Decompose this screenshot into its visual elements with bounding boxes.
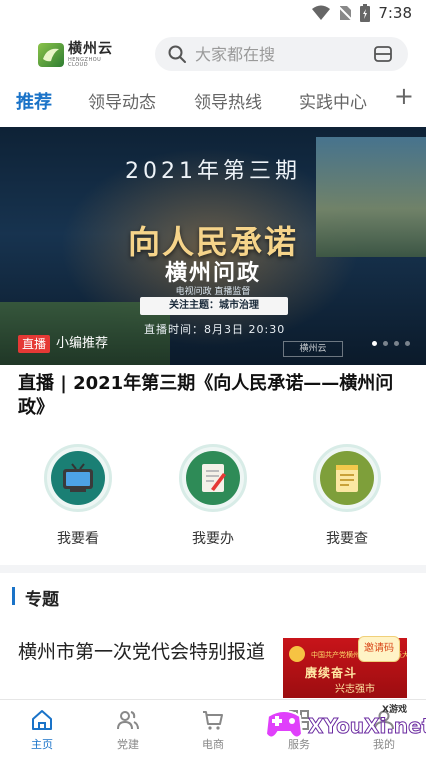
tab-recommend[interactable]: 推荐: [16, 88, 52, 114]
add-channel-button[interactable]: +: [394, 84, 414, 108]
section-divider: [0, 565, 426, 573]
logo-title: 横州云: [68, 41, 113, 57]
quick-action-label: 我要看: [57, 531, 99, 547]
quick-action-handle-ring: [179, 444, 247, 512]
topic-card-title[interactable]: 横州市第一次党代会特别报道: [18, 638, 268, 666]
quick-actions: 我要看 我要办 我要查: [0, 444, 426, 554]
quick-action-handle[interactable]: 我要办: [168, 444, 258, 548]
no-sim-icon: [338, 5, 353, 21]
quick-action-watch[interactable]: 我要看: [33, 444, 123, 548]
quick-action-label: 我要查: [326, 531, 368, 547]
featured-headline[interactable]: 直播 | 2021年第三期《向人民承诺——横州问政》: [18, 372, 398, 420]
section-accent-bar: [12, 587, 15, 605]
quick-action-label: 我要办: [192, 531, 234, 547]
tab-leader-news[interactable]: 领导动态: [88, 88, 156, 113]
banner-watermark: 横州云: [283, 341, 343, 357]
carousel-dot[interactable]: [405, 341, 410, 346]
live-badge: 直播: [18, 335, 51, 353]
section-title: 专题: [25, 590, 59, 610]
wifi-icon: [312, 5, 331, 20]
gamepad-logo-icon: [264, 710, 304, 739]
cart-icon: [203, 711, 223, 730]
banner-carousel[interactable]: 2021年第三期 向人民承诺 横州问政 电视问政 直播监督 关注主题：城市治理 …: [0, 127, 426, 365]
tv-icon: [51, 451, 105, 505]
app-header: 横州云 HENGZHOU CLOUD: [0, 32, 426, 76]
banner-issue: 2021年第三期: [125, 159, 301, 184]
nav-label: 电商: [202, 738, 224, 751]
battery-icon: [360, 4, 371, 22]
nav-label: 党建: [117, 738, 139, 751]
tab-practice-center[interactable]: 实践中心: [299, 88, 367, 113]
topic-image-slogan: 赓续奋斗: [305, 666, 358, 680]
channel-tabs: 推荐 领导动态 领导热线 实践中心 +: [0, 80, 426, 124]
status-time: 7:38: [378, 4, 412, 22]
quick-action-watch-ring: [44, 444, 112, 512]
topic-image-slogan-2: 兴志强市: [335, 684, 375, 695]
carousel-dot[interactable]: [372, 341, 377, 346]
tab-leader-hotline[interactable]: 领导热线: [194, 88, 262, 113]
carousel-indicator: [372, 341, 410, 346]
people-icon: [117, 711, 139, 730]
logo-text: 横州云 HENGZHOU CLOUD: [68, 42, 120, 68]
search-input[interactable]: [195, 44, 365, 64]
banner-caption: 小编推荐: [56, 336, 109, 351]
banner-air-time: 直播时间：8月3日 20:30: [144, 323, 286, 336]
watermark-label: X游戏: [382, 705, 407, 715]
logo-subtitle: HENGZHOU CLOUD: [68, 57, 102, 68]
invite-code-button[interactable]: 邀请码: [358, 636, 400, 662]
status-bar: 7:38: [0, 0, 426, 30]
nav-label: 主页: [31, 738, 53, 751]
party-emblem-icon: [289, 646, 305, 662]
nav-party[interactable]: 党建: [98, 708, 158, 752]
site-watermark: XYouXi.net X游戏: [258, 700, 426, 752]
home-icon: [32, 710, 52, 730]
banner-topic: 关注主题：城市治理: [140, 297, 288, 315]
watermark-brand: XYouXi.net: [307, 714, 426, 739]
banner-tagline: 电视问政 直播监督: [175, 287, 251, 297]
nav-home[interactable]: 主页: [12, 708, 72, 752]
search-bar[interactable]: [155, 37, 408, 71]
notepad-icon: [320, 451, 374, 505]
carousel-dot[interactable]: [394, 341, 399, 346]
app-logo[interactable]: 横州云 HENGZHOU CLOUD: [38, 40, 120, 70]
logo-mark-icon: [38, 43, 64, 67]
banner-subtitle: 横州问政: [164, 260, 261, 286]
search-icon: [168, 45, 186, 63]
scan-icon[interactable]: [374, 45, 392, 63]
nav-ecommerce[interactable]: 电商: [183, 708, 243, 752]
status-icons: 7:38: [312, 4, 412, 22]
carousel-dot[interactable]: [383, 341, 388, 346]
quick-action-query-ring: [313, 444, 381, 512]
quick-action-query[interactable]: 我要查: [302, 444, 392, 548]
document-edit-icon: [186, 451, 240, 505]
